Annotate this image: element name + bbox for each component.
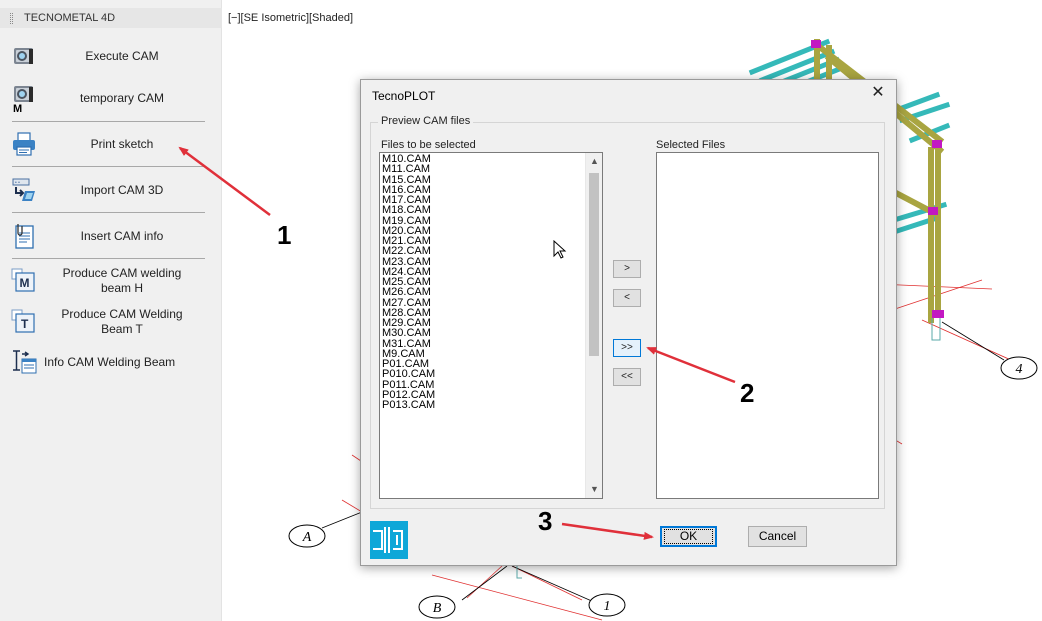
printer-icon bbox=[10, 130, 38, 158]
files-to-be-selected-list[interactable]: M10.CAM M11.CAM M15.CAM M16.CAM M17.CAM M18.C… bbox=[379, 152, 603, 499]
scroll-down-icon[interactable]: ▼ bbox=[586, 481, 602, 498]
palette-item-info-cam-welding-beam[interactable]: Info CAM Welding Beam bbox=[10, 348, 206, 376]
screen: TECNOMETAL 4D Execute CAM M temporary CA… bbox=[0, 0, 1042, 621]
ok-button[interactable]: OK bbox=[660, 526, 717, 547]
tecnoplot-dialog: TecnoPLOT ✕ Preview CAM files Files to b… bbox=[360, 79, 897, 566]
svg-text:4: 4 bbox=[1016, 362, 1023, 377]
file-list-item[interactable]: M18.CAM bbox=[382, 205, 435, 216]
camera-icon bbox=[10, 42, 38, 70]
document-clip-icon bbox=[10, 222, 38, 250]
svg-text:T: T bbox=[21, 317, 29, 331]
camera-m-icon: M bbox=[10, 84, 38, 113]
i-beam-info-icon bbox=[10, 348, 38, 376]
palette-item-print-sketch[interactable]: Print sketch bbox=[10, 130, 206, 158]
svg-text:A: A bbox=[302, 530, 312, 545]
grid-bubble-b: B bbox=[418, 595, 456, 619]
add-file-button[interactable]: > bbox=[613, 260, 641, 278]
import-cam-icon: • • bbox=[10, 176, 38, 204]
annotation-number-2: 2 bbox=[740, 378, 755, 408]
files-to-be-selected-label: Files to be selected bbox=[381, 139, 476, 151]
file-list-item[interactable]: M30.CAM bbox=[382, 328, 435, 339]
file-list-item[interactable]: M22.CAM bbox=[382, 246, 435, 257]
tool-palette: TECNOMETAL 4D Execute CAM M temporary CA… bbox=[0, 0, 222, 621]
svg-text:1: 1 bbox=[604, 599, 611, 614]
vertical-scrollbar[interactable]: ▲ ▼ bbox=[585, 153, 602, 498]
dialog-title: TecnoPLOT bbox=[372, 89, 436, 103]
remove-file-button[interactable]: < bbox=[613, 289, 641, 307]
palette-item-execute-cam[interactable]: Execute CAM bbox=[10, 42, 206, 70]
tecnoplot-logo-icon bbox=[370, 521, 408, 559]
file-list-item[interactable]: P010.CAM bbox=[382, 369, 435, 380]
palette-item-import-cam-3d[interactable]: • • Import CAM 3D bbox=[10, 176, 206, 204]
annotation-number-3: 3 bbox=[538, 506, 553, 536]
close-icon[interactable]: ✕ bbox=[870, 85, 886, 101]
svg-text:B: B bbox=[433, 601, 442, 616]
scroll-thumb[interactable] bbox=[589, 173, 599, 356]
grid-bubble-a: A bbox=[288, 524, 326, 548]
file-list-item[interactable]: P013.CAM bbox=[382, 399, 435, 410]
svg-text:M: M bbox=[13, 103, 22, 113]
palette-item-temporary-cam[interactable]: M temporary CAM bbox=[10, 84, 206, 113]
mouse-pointer-icon bbox=[553, 240, 567, 259]
scroll-up-icon[interactable]: ▲ bbox=[586, 153, 602, 170]
palette-grip-handle[interactable] bbox=[10, 13, 13, 24]
palette-item-insert-cam-info[interactable]: Insert CAM info bbox=[10, 222, 206, 250]
file-list-item[interactable]: M11.CAM bbox=[382, 164, 435, 175]
file-list-item[interactable]: M26.CAM bbox=[382, 287, 435, 298]
group-label: Preview CAM files bbox=[378, 115, 474, 127]
palette-title: TECNOMETAL 4D bbox=[0, 8, 222, 28]
annotation-number-1: 1 bbox=[277, 220, 292, 250]
selected-files-list[interactable] bbox=[656, 152, 879, 499]
palette-item-produce-cam-welding-beam-h[interactable]: M Produce CAM welding beam H bbox=[10, 265, 206, 297]
svg-text:• •: • • bbox=[15, 180, 20, 186]
selected-files-label: Selected Files bbox=[656, 139, 726, 151]
add-all-files-button[interactable]: >> bbox=[613, 339, 641, 357]
palette-item-produce-cam-welding-beam-t[interactable]: T Produce CAM Welding Beam T bbox=[10, 306, 206, 338]
grid-bubble-4: 4 bbox=[1000, 356, 1038, 380]
cancel-button[interactable]: Cancel bbox=[748, 526, 807, 547]
palette-separator bbox=[12, 258, 205, 259]
grid-bubble-1: 1 bbox=[588, 593, 626, 617]
m-box-icon: M bbox=[10, 267, 38, 295]
remove-all-files-button[interactable]: << bbox=[613, 368, 641, 386]
t-box-icon: T bbox=[10, 308, 38, 336]
svg-text:M: M bbox=[20, 276, 30, 290]
palette-separator bbox=[12, 121, 205, 122]
palette-separator bbox=[12, 166, 205, 167]
palette-separator bbox=[12, 212, 205, 213]
